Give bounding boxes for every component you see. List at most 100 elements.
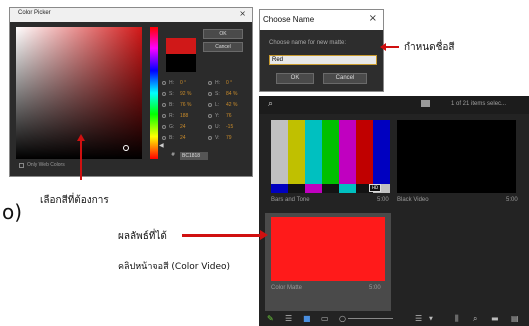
color-bar bbox=[356, 120, 373, 184]
radio-button[interactable] bbox=[162, 125, 166, 129]
value-label: U: bbox=[215, 124, 220, 130]
project-panel-toolbar: ⌕ 1 of 21 items selec... bbox=[259, 96, 529, 114]
color-matte-thumbnail[interactable] bbox=[271, 217, 385, 281]
value-field[interactable]: 79 bbox=[226, 135, 232, 141]
color-value-row: S: 92 % S: 84 % bbox=[162, 89, 250, 100]
new-bin-icon[interactable]: ▬ bbox=[491, 314, 499, 323]
value-label: S: bbox=[215, 91, 220, 97]
item-count: 1 of 21 items selec... bbox=[451, 101, 507, 107]
ok-button[interactable]: OK bbox=[203, 29, 243, 39]
radio-button[interactable] bbox=[162, 103, 166, 107]
value-field[interactable]: 92 % bbox=[180, 91, 191, 97]
black-video-thumbnail[interactable] bbox=[397, 120, 516, 193]
choose-color-arrow-head bbox=[77, 134, 85, 141]
value-label: V: bbox=[215, 135, 220, 141]
color-value-row: B: 76 % L: 42 % bbox=[162, 100, 250, 111]
hex-hash-label: # bbox=[171, 152, 176, 158]
bars-and-tone-thumbnail[interactable] bbox=[271, 120, 390, 184]
value-label: Y: bbox=[215, 113, 220, 119]
radio-button[interactable] bbox=[208, 103, 212, 107]
value-field[interactable]: 42 % bbox=[226, 102, 237, 108]
choose-color-annotation: เลือกสีที่ต้องการ bbox=[40, 195, 109, 206]
radio-button[interactable] bbox=[162, 136, 166, 140]
new-item-icon[interactable]: ▤ bbox=[511, 314, 519, 323]
value-field[interactable]: 84 % bbox=[226, 91, 237, 97]
value-field[interactable]: 0 ° bbox=[180, 80, 186, 86]
color-picker-titlebar: Color Picker × bbox=[10, 8, 252, 22]
result-arrow-head bbox=[260, 230, 268, 240]
value-field[interactable]: -15 bbox=[226, 124, 233, 130]
color-bar bbox=[373, 120, 390, 184]
value-field[interactable]: 0 ° bbox=[226, 80, 232, 86]
sort-icon[interactable]: ☰ bbox=[415, 314, 422, 323]
value-label: B: bbox=[169, 102, 174, 108]
value-field[interactable]: 24 bbox=[180, 135, 186, 141]
zoom-slider-track[interactable] bbox=[348, 318, 393, 319]
close-icon[interactable]: × bbox=[239, 9, 246, 18]
matte-name-input[interactable]: Red bbox=[269, 55, 377, 65]
web-colors-checkbox[interactable] bbox=[19, 163, 24, 168]
color-value-row: B: 24 V: 79 bbox=[162, 133, 250, 144]
radio-button[interactable] bbox=[208, 92, 212, 96]
new-color-swatch bbox=[166, 38, 196, 54]
cancel-button[interactable]: Cancel bbox=[323, 73, 367, 84]
value-field[interactable]: 76 bbox=[226, 113, 232, 119]
color-bar-bottom bbox=[322, 184, 339, 193]
clip-duration: 5:00 bbox=[506, 197, 518, 203]
pencil-icon[interactable]: ✎ bbox=[267, 314, 274, 323]
clip-name: Black Video bbox=[397, 197, 429, 203]
radio-button[interactable] bbox=[208, 136, 212, 140]
value-field[interactable]: 188 bbox=[180, 113, 188, 119]
value-label: B: bbox=[169, 135, 174, 141]
color-value-row: G: 24 U: -15 bbox=[162, 122, 250, 133]
color-field-marker[interactable] bbox=[123, 145, 129, 151]
value-label: H: bbox=[169, 80, 174, 86]
color-bar bbox=[339, 120, 356, 184]
matte-name-prompt: Choose name for new matte: bbox=[269, 40, 347, 46]
list-view-icon[interactable]: ☰ bbox=[285, 314, 292, 323]
hue-slider[interactable] bbox=[150, 27, 158, 159]
color-value-row: H: 0 ° H: 0 ° bbox=[162, 78, 250, 89]
color-bar-bottom bbox=[288, 184, 305, 193]
folder-icon[interactable] bbox=[421, 100, 430, 107]
find-icon[interactable]: ⌕ bbox=[473, 314, 477, 324]
chevron-down-icon[interactable]: ▼ bbox=[429, 316, 433, 322]
color-bar bbox=[288, 120, 305, 184]
radio-button[interactable] bbox=[162, 114, 166, 118]
project-panel-footer: ✎ ☰ ■ ▭ ○ ☰ ▼ ⫼ ⌕ ▬ ▤ bbox=[259, 311, 529, 326]
value-field[interactable]: 24 bbox=[180, 124, 186, 130]
value-label: L: bbox=[215, 102, 220, 108]
close-icon[interactable]: × bbox=[369, 13, 377, 24]
value-label: S: bbox=[169, 91, 174, 97]
automate-icon[interactable]: ⫼ bbox=[455, 314, 459, 324]
result-annotation: ผลลัพธ์ที่ได้ bbox=[118, 231, 167, 242]
clip-name: Bars and Tone bbox=[271, 197, 310, 203]
clip-duration: 5:00 bbox=[369, 285, 381, 291]
search-icon[interactable]: ⌕ bbox=[268, 99, 273, 109]
previous-color-swatch bbox=[166, 54, 196, 72]
clip-duration: 5:00 bbox=[377, 197, 389, 203]
value-field[interactable]: 76 % bbox=[180, 102, 191, 108]
web-colors-label: Only Web Colors bbox=[27, 162, 65, 168]
cancel-button[interactable]: Cancel bbox=[203, 42, 243, 52]
project-panel: ⌕ 1 of 21 items selec... HD Bars and Ton… bbox=[259, 96, 529, 326]
radio-button[interactable] bbox=[208, 114, 212, 118]
icon-view-icon[interactable]: ■ bbox=[303, 314, 311, 323]
color-value-row: R: 188 Y: 76 bbox=[162, 111, 250, 122]
zoom-slider-icon[interactable]: ○ bbox=[339, 314, 346, 323]
color-bar-bottom bbox=[271, 184, 288, 193]
radio-button[interactable] bbox=[208, 125, 212, 129]
value-label: R: bbox=[169, 113, 174, 119]
ok-button[interactable]: OK bbox=[276, 73, 314, 84]
name-arrow-line bbox=[385, 46, 399, 48]
freeform-view-icon[interactable]: ▭ bbox=[321, 314, 329, 323]
text-fragment: o) bbox=[2, 200, 23, 224]
choose-name-titlebar: Choose Name × bbox=[260, 10, 383, 30]
value-label: H: bbox=[215, 80, 220, 86]
value-label: G: bbox=[169, 124, 175, 130]
radio-button[interactable] bbox=[162, 81, 166, 85]
radio-button[interactable] bbox=[208, 81, 212, 85]
hex-input[interactable]: BC1818 bbox=[180, 152, 208, 160]
name-arrow-head bbox=[380, 43, 386, 51]
radio-button[interactable] bbox=[162, 92, 166, 96]
